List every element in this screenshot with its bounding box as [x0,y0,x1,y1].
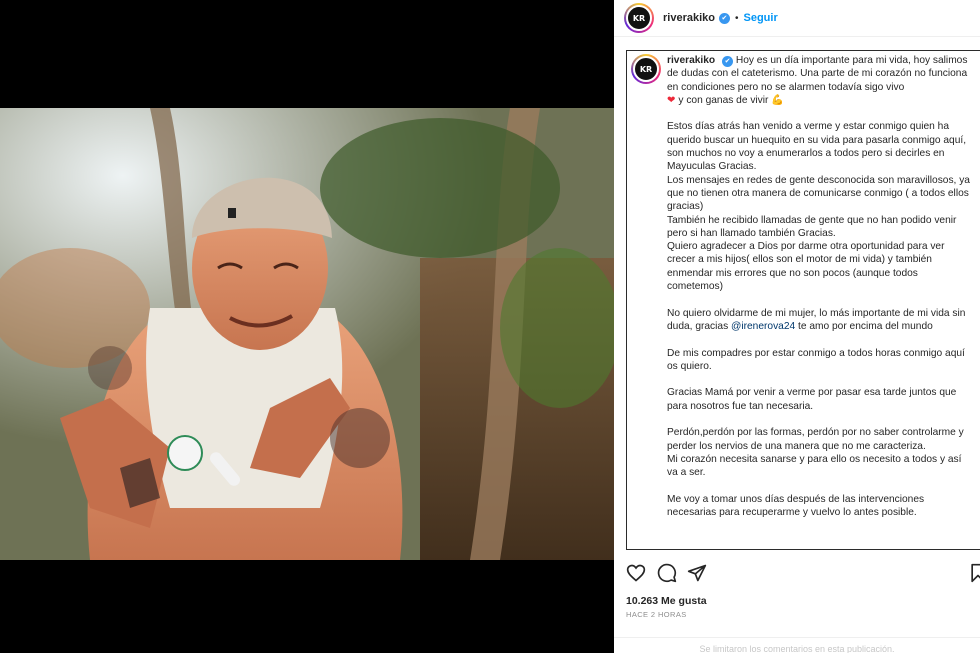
caption-verified-icon: ✔ [722,56,733,67]
caption-paragraph-2: Estos días atrás han venido a verme y es… [667,121,967,173]
post-timestamp[interactable]: HACE 2 HORAS [626,610,687,619]
caption-paragraph-10: Mi corazón necesita sanarse y para ello … [667,453,962,479]
comments-scroll-area[interactable]: KR riverakiko ✔ Hoy es un día importante… [626,50,980,550]
separator-dot: • [734,12,739,24]
caption-paragraph-8: Gracias Mamá por venir a verme por pasar… [667,387,957,412]
comment-bubble-icon[interactable] [657,563,677,583]
caption-paragraph-7: De mis compadres por estar conmigo a tod… [667,347,965,372]
caption-row: KR riverakiko ✔ Hoy es un día importante… [631,54,974,519]
heart-outline-icon[interactable] [626,563,646,583]
post-photo[interactable] [0,108,614,560]
action-bar [626,561,980,585]
caption-avatar[interactable]: KR [631,54,661,84]
avatar[interactable]: KR [624,3,654,33]
caption-paragraph-1: riverakiko ✔ Hoy es un día importante pa… [667,54,971,107]
post-sidebar: KR riverakiko ✔ • Seguir KR riverakiko ✔… [614,0,980,653]
caption-paragraph-6: No quiero olvidarme de mi mujer, lo más … [667,307,971,334]
comments-limited-notice: Se limitaron los comentarios en esta pub… [614,637,980,653]
post-header: KR riverakiko ✔ • Seguir [614,0,980,37]
mention-link[interactable]: @irenerova24 [731,321,795,332]
caption-text: riverakiko ✔ Hoy es un día importante pa… [667,54,971,519]
caption-username[interactable]: riverakiko [667,55,715,66]
caption-paragraph-11: Me voy a tomar unos días después de las … [667,493,925,519]
verified-badge-icon: ✔ [718,12,730,24]
photo-illustration [0,108,614,560]
bookmark-icon[interactable] [968,563,980,583]
avatar-initials: KR [626,5,652,31]
username-link[interactable]: riverakiko [663,12,715,24]
caption-paragraph-3: Los mensajes en redes de gente desconoci… [667,174,970,213]
caption-avatar-initials: KR [633,56,659,82]
caption-p1-end: y con ganas de vivir [678,94,769,106]
paper-plane-icon[interactable] [687,563,707,583]
follow-button[interactable]: Seguir [744,12,778,24]
flexed-biceps-icon: 💪 [771,94,784,106]
red-heart-icon: ❤ [667,94,676,106]
caption-paragraph-4: También he recibido llamadas de gente qu… [667,214,957,239]
media-pane [0,0,614,653]
likes-count[interactable]: 10.263 Me gusta [626,595,707,607]
caption-paragraph-5: Quiero agradecer a Dios por darme otra o… [667,241,945,293]
caption-paragraph-9: Perdón,perdón por las formas, perdón por… [667,427,964,452]
caption-p6-end: te amo por encima del mundo [798,320,933,332]
